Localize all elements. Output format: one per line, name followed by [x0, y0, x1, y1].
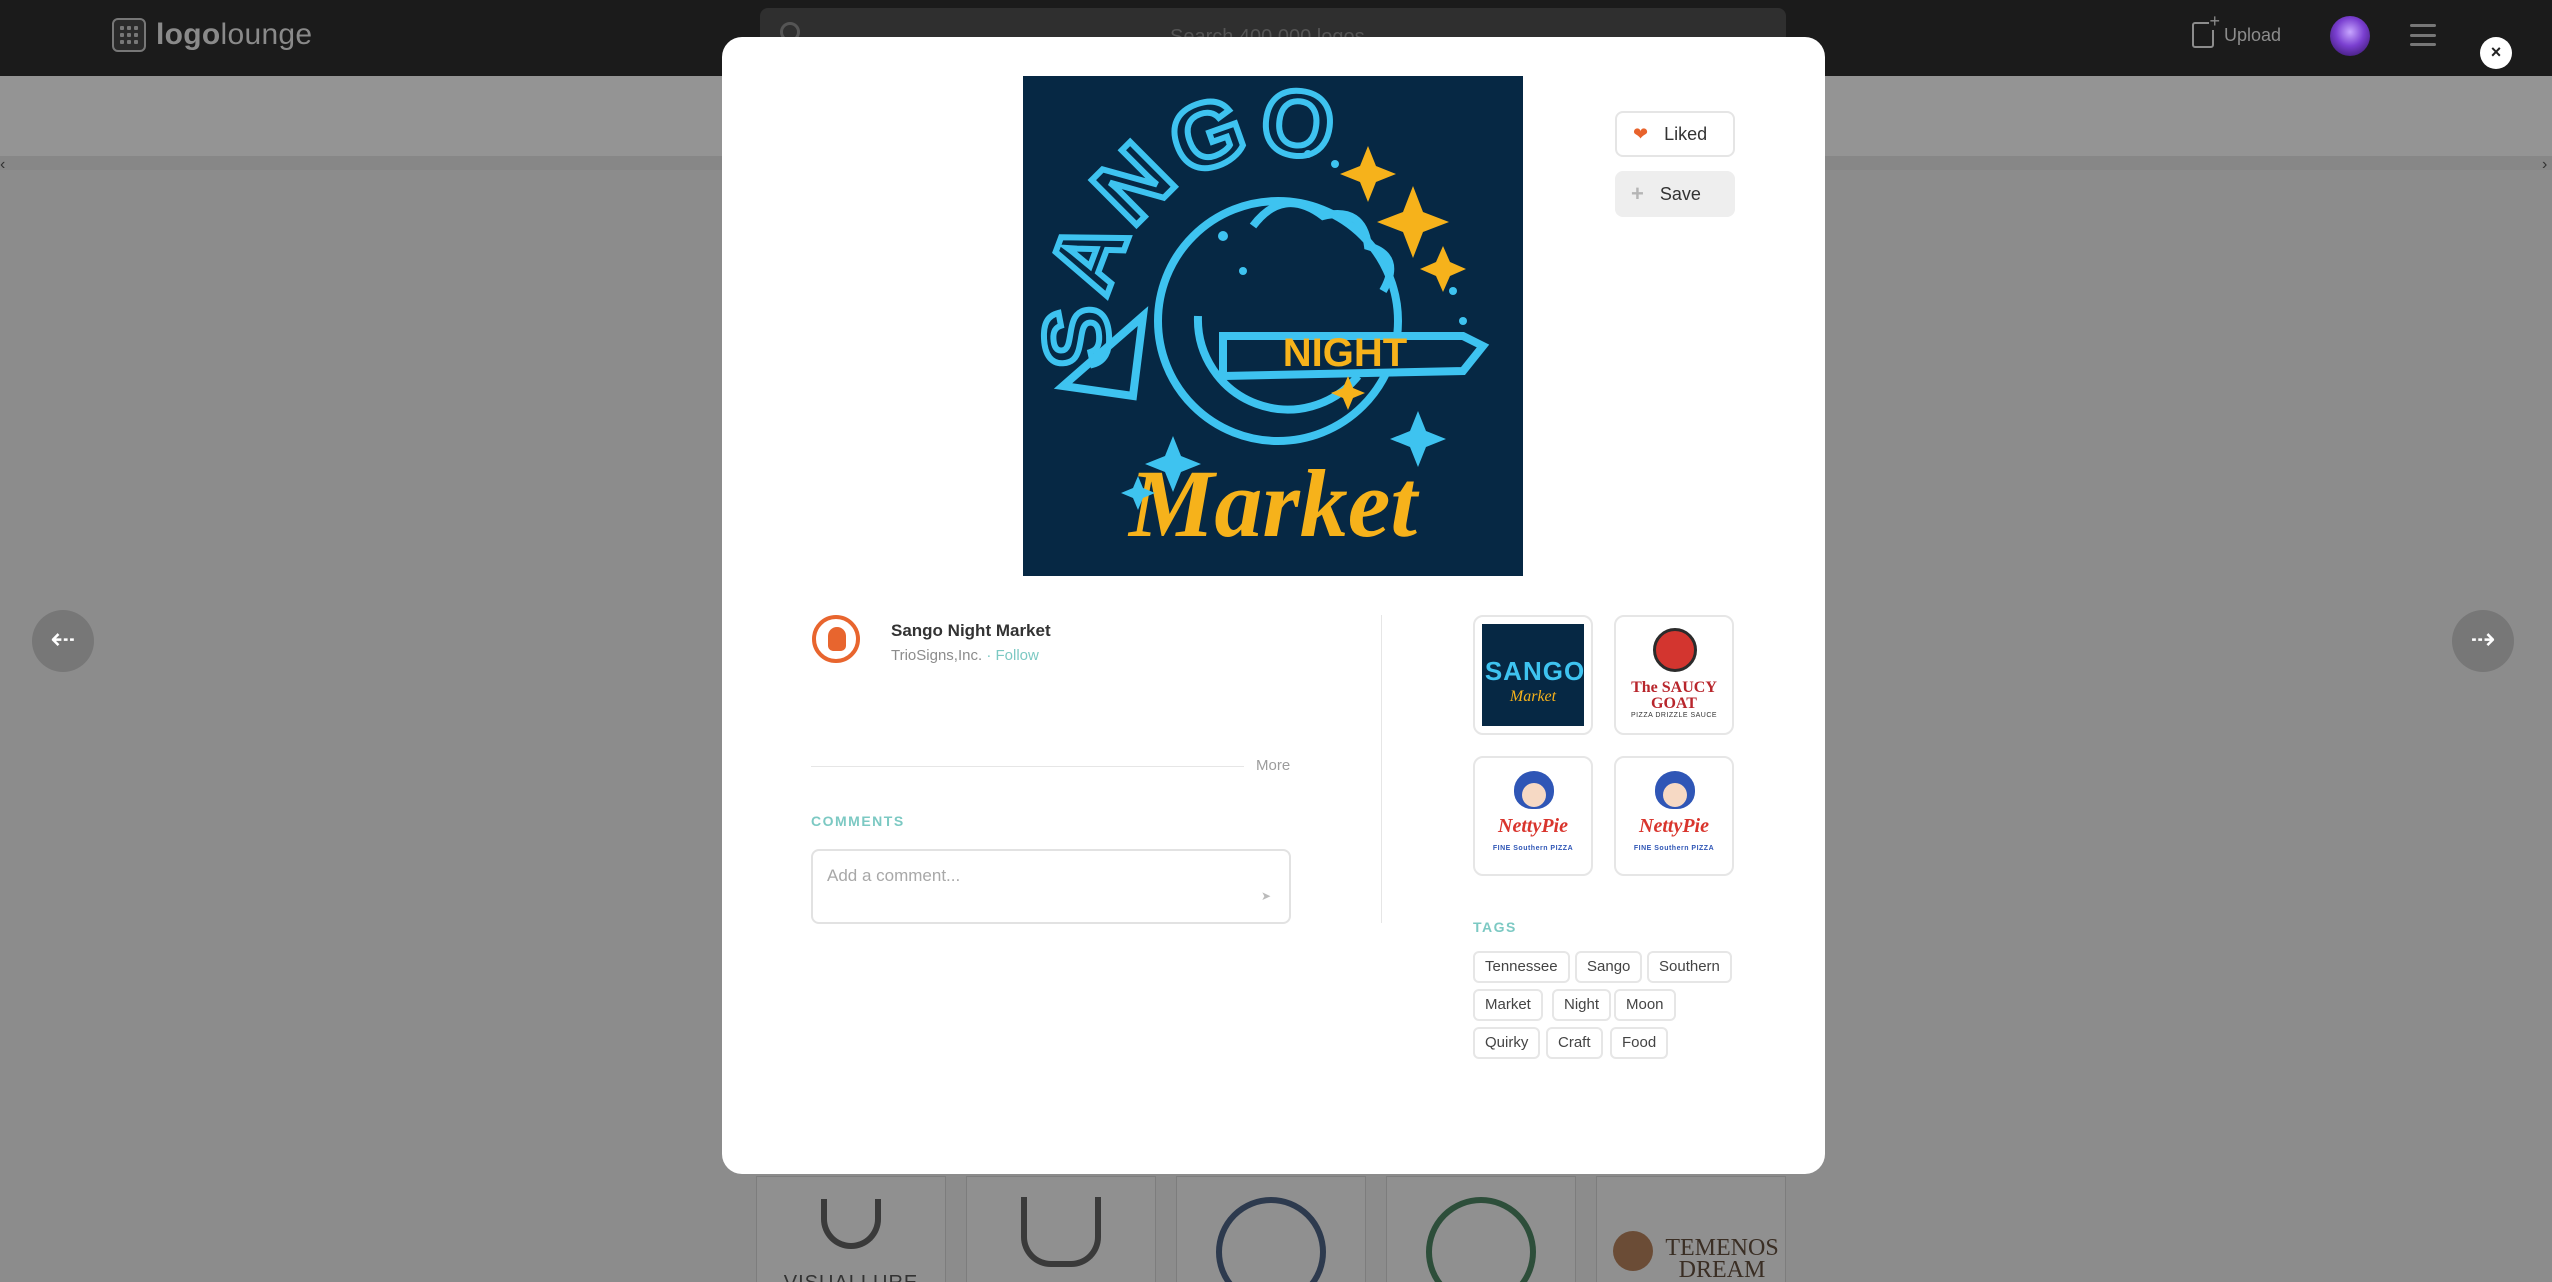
- previous-arrow-button[interactable]: ⇠: [32, 610, 94, 672]
- tag-chip[interactable]: Tennessee: [1473, 951, 1570, 983]
- logo-grid-icon: [112, 18, 146, 52]
- tag-chip[interactable]: Moon: [1614, 989, 1676, 1021]
- description-divider: [811, 766, 1244, 767]
- mascot-face-icon: [1522, 783, 1546, 807]
- grid-tile[interactable]: [1386, 1176, 1576, 1282]
- tag-chip[interactable]: Craft: [1546, 1027, 1603, 1059]
- comments-heading: COMMENTS: [811, 813, 905, 829]
- follow-link[interactable]: · Follow: [986, 647, 1039, 664]
- strip-right-arrow-icon[interactable]: ›: [2542, 156, 2547, 174]
- upload-button[interactable]: Upload: [2192, 12, 2282, 48]
- comment-input[interactable]: [827, 861, 1227, 891]
- related-logo-thumb[interactable]: The SAUCY GOAT PIZZA DRIZZLE SAUCE: [1614, 615, 1734, 735]
- related-logo-image: NettyPie FINE Southern PIZZA: [1623, 765, 1725, 867]
- tag-chip[interactable]: Sango: [1575, 951, 1643, 983]
- grid-tile[interactable]: TEMENOS DREAM: [1596, 1176, 1786, 1282]
- liked-label: Liked: [1664, 123, 1708, 144]
- grid-tile-label: TEMENOS DREAM: [1665, 1235, 1779, 1282]
- hands-logo-icon: [1021, 1197, 1101, 1267]
- designer-info: TrioSigns,Inc. · Follow: [891, 647, 1039, 664]
- grid-tile[interactable]: VISUALLURE: [756, 1176, 946, 1282]
- logo-title: Sango Night Market: [891, 621, 1051, 640]
- sango-night-market-logo: SANGO NIGHT Market: [1023, 76, 1523, 576]
- grid-tile[interactable]: [966, 1176, 1156, 1282]
- hands-logo-icon: [821, 1199, 881, 1249]
- related-logo-text: NettyPie: [1639, 815, 1709, 837]
- strip-left-arrow-icon[interactable]: ‹: [0, 156, 5, 174]
- related-logo-thumb[interactable]: NettyPie FINE Southern PIZZA: [1473, 756, 1593, 876]
- tag-chip[interactable]: Food: [1610, 1027, 1669, 1059]
- related-logo-subtext: FINE Southern PIZZA: [1633, 845, 1715, 852]
- related-logo-thumb[interactable]: NettyPie FINE Southern PIZZA: [1614, 756, 1734, 876]
- column-divider: [1381, 615, 1382, 923]
- logo-detail-modal: SANGO NIGHT Market ❤ Liked + Save Sango …: [722, 37, 1825, 1174]
- next-arrow-button[interactable]: ⇢: [2452, 610, 2514, 672]
- goat-face-icon: [1653, 628, 1697, 672]
- send-icon[interactable]: ➤: [1261, 889, 1271, 903]
- site-logo[interactable]: logolounge: [112, 18, 312, 52]
- user-avatar[interactable]: [2330, 16, 2370, 56]
- tag-chip[interactable]: Quirky: [1473, 1027, 1541, 1059]
- related-logo-subtext: Market: [1509, 688, 1557, 705]
- designer-avatar[interactable]: [812, 615, 860, 663]
- site-wordmark: logolounge: [156, 18, 313, 51]
- upload-icon: [2192, 12, 2220, 48]
- menu-icon[interactable]: [2410, 24, 2436, 46]
- related-logo-thumb[interactable]: SANGO Market: [1473, 615, 1593, 735]
- mascot-face-icon: [1663, 783, 1687, 807]
- tag-chip[interactable]: Night: [1552, 989, 1612, 1021]
- grid-tile-label: VISUALLURE: [757, 1272, 945, 1282]
- tags-heading: TAGS: [1473, 919, 1517, 935]
- plus-icon: +: [1631, 181, 1644, 206]
- logo-hero-image: SANGO NIGHT Market: [1023, 76, 1523, 576]
- save-button[interactable]: + Save: [1615, 171, 1735, 217]
- seal-logo-icon: [1216, 1197, 1326, 1282]
- related-logo-text: SANGO: [1484, 656, 1586, 686]
- upload-label: Upload: [2224, 24, 2282, 45]
- related-logo-subtext: PIZZA DRIZZLE SAUCE: [1630, 712, 1718, 719]
- comment-box[interactable]: ➤: [811, 849, 1291, 924]
- logo-grid-row: VISUALLURE TEMENOS DREAM: [756, 1176, 1786, 1282]
- related-logo-text: The SAUCY GOAT: [1631, 679, 1717, 712]
- tag-chip[interactable]: Market: [1473, 989, 1543, 1021]
- related-logo-image: The SAUCY GOAT PIZZA DRIZZLE SAUCE: [1623, 624, 1725, 726]
- grid-tile[interactable]: [1176, 1176, 1366, 1282]
- seal-logo-icon: [1426, 1197, 1536, 1282]
- related-logo-image: SANGO Market: [1482, 624, 1584, 726]
- designer-name[interactable]: TrioSigns,Inc.: [891, 647, 982, 664]
- hero-word-middle: NIGHT: [1283, 331, 1407, 375]
- related-logo-subtext: FINE Southern PIZZA: [1492, 845, 1574, 852]
- close-button[interactable]: ×: [2480, 37, 2512, 69]
- tag-chip[interactable]: Southern: [1647, 951, 1732, 983]
- related-logo-image: NettyPie FINE Southern PIZZA: [1482, 765, 1584, 867]
- save-label: Save: [1659, 183, 1701, 204]
- liked-button[interactable]: ❤ Liked: [1615, 111, 1735, 157]
- heart-icon: ❤: [1633, 123, 1649, 144]
- more-link[interactable]: More: [1256, 757, 1290, 774]
- related-logo-text: NettyPie: [1498, 815, 1568, 837]
